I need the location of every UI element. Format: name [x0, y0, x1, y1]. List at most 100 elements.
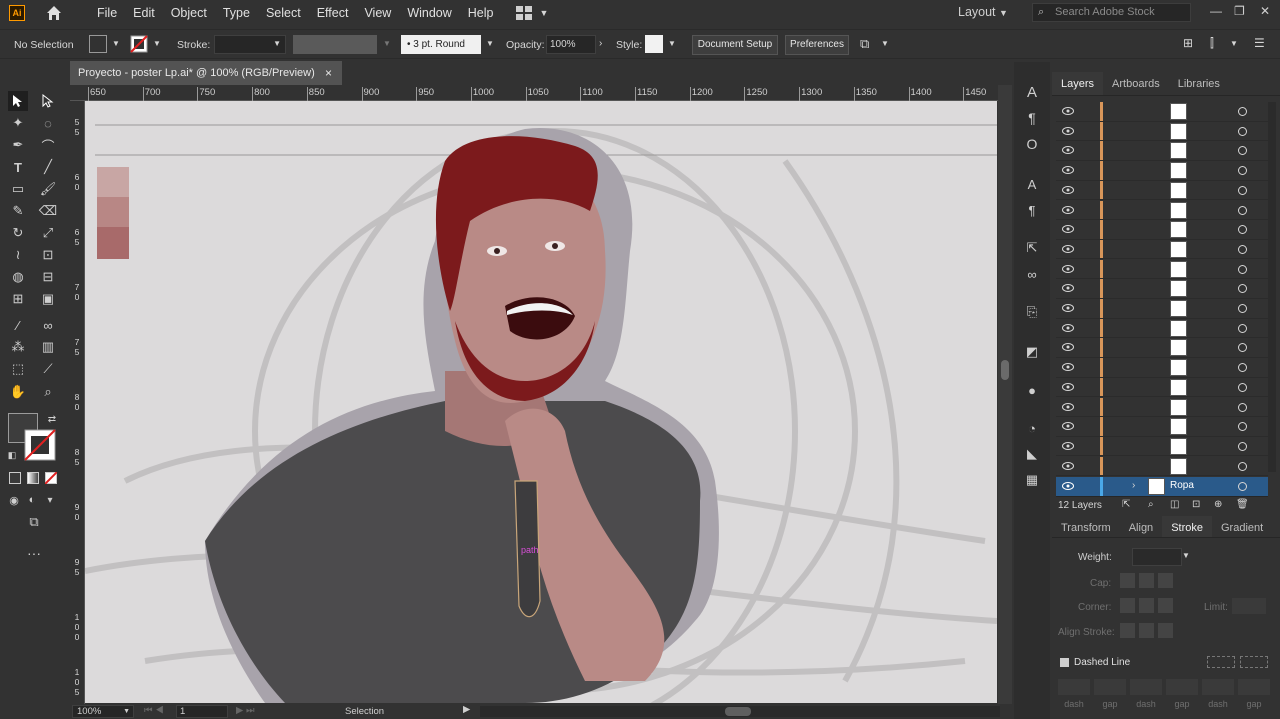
menu-view[interactable]: View	[356, 0, 399, 26]
export-icon[interactable]: ⇱	[1022, 238, 1042, 258]
weight-field[interactable]	[1132, 548, 1182, 566]
tab-transform[interactable]: Transform	[1052, 516, 1120, 537]
visibility-eye-icon[interactable]	[1062, 244, 1074, 253]
line-tool-icon[interactable]: ╱	[38, 157, 58, 177]
color-mode-icon[interactable]	[9, 472, 21, 484]
swatch-3[interactable]	[97, 227, 129, 259]
visibility-eye-icon[interactable]	[1062, 126, 1074, 135]
layer-row[interactable]	[1056, 358, 1268, 378]
projecting-cap-icon[interactable]	[1158, 573, 1173, 588]
layer-row[interactable]	[1056, 121, 1268, 142]
target-icon[interactable]	[1238, 482, 1247, 491]
menu-file[interactable]: File	[89, 0, 125, 26]
round-cap-icon[interactable]	[1139, 573, 1154, 588]
close-icon[interactable]: ✕	[1260, 4, 1270, 18]
layer-row[interactable]	[1056, 436, 1268, 457]
layer-row[interactable]	[1056, 318, 1268, 339]
edit-toolbar-icon[interactable]: ···	[24, 543, 44, 563]
menu-help[interactable]: Help	[460, 0, 502, 26]
transform-icon[interactable]: ⊞	[1183, 36, 1193, 50]
fill-swatch[interactable]	[89, 35, 107, 53]
layer-name[interactable]: Ropa	[1170, 480, 1194, 491]
layer-row[interactable]	[1056, 417, 1268, 437]
eyedropper-icon[interactable]: ⁄	[8, 315, 28, 335]
dash-field[interactable]	[1130, 679, 1162, 695]
artboard-canvas[interactable]: path	[85, 101, 997, 703]
draw-normal-icon[interactable]: ◉	[4, 490, 24, 510]
stroke-swatch[interactable]	[130, 35, 148, 53]
column-graph-icon[interactable]: ▥	[38, 337, 58, 357]
opentype-icon[interactable]: O	[1022, 134, 1042, 154]
tab-align[interactable]: Align	[1120, 516, 1162, 537]
chevron-down-icon[interactable]: ▼	[486, 39, 494, 48]
dash-field[interactable]	[1094, 679, 1126, 695]
layer-row[interactable]	[1056, 102, 1268, 122]
tab-libraries[interactable]: Libraries	[1169, 72, 1229, 95]
layer-row[interactable]	[1056, 397, 1268, 418]
screen-mode-icon[interactable]: ⧉	[24, 512, 44, 532]
visibility-eye-icon[interactable]	[1062, 323, 1074, 332]
restore-icon[interactable]: ❐	[1234, 4, 1245, 18]
chevron-down-icon[interactable]: ▼	[668, 39, 676, 48]
align-options-icon[interactable]: ⧉	[860, 36, 869, 52]
visibility-eye-icon[interactable]	[1062, 166, 1074, 175]
artboard-number-field[interactable]: 1	[176, 705, 228, 718]
first-artboard-icon[interactable]: ⏮ ◀	[144, 705, 164, 716]
chevron-down-icon[interactable]: ▼	[153, 39, 161, 48]
symbol-sprayer-icon[interactable]: ⁂	[8, 337, 28, 357]
menu-window[interactable]: Window	[399, 0, 459, 26]
tab-artboards[interactable]: Artboards	[1103, 72, 1169, 95]
miter-join-icon[interactable]	[1120, 598, 1135, 613]
visibility-eye-icon[interactable]	[1062, 382, 1074, 391]
target-icon[interactable]	[1238, 323, 1247, 333]
align-dashes-icon[interactable]	[1240, 656, 1268, 668]
zoom-field[interactable]: 100% ▼	[72, 705, 134, 718]
opacity-field[interactable]: 100%	[546, 35, 596, 54]
align-outside-icon[interactable]	[1158, 623, 1173, 638]
new-layer-icon[interactable]: ⊕	[1214, 499, 1222, 510]
swatch-1[interactable]	[97, 167, 129, 197]
gradient-tool-icon[interactable]: ▣	[38, 289, 58, 309]
draw-behind-icon[interactable]: ◐	[22, 490, 42, 510]
target-icon[interactable]	[1238, 225, 1247, 235]
miter-limit-field[interactable]	[1232, 598, 1266, 614]
align-icon[interactable]: ⫿	[1210, 36, 1214, 51]
links-icon[interactable]: ∞	[1022, 264, 1042, 284]
layer-row[interactable]	[1056, 338, 1268, 358]
none-mode-icon[interactable]	[45, 472, 57, 484]
chevron-right-icon[interactable]: ›	[599, 38, 602, 49]
visibility-eye-icon[interactable]	[1062, 107, 1074, 115]
layer-row[interactable]	[1056, 161, 1268, 181]
visibility-eye-icon[interactable]	[1062, 146, 1074, 155]
rectangle-tool-icon[interactable]: ▭	[8, 179, 28, 199]
align-center-icon[interactable]	[1120, 623, 1135, 638]
target-icon[interactable]	[1238, 264, 1247, 274]
brush-definition[interactable]: • 3 pt. Round	[401, 35, 481, 54]
menu-object[interactable]: Object	[163, 0, 215, 26]
target-icon[interactable]	[1238, 382, 1247, 392]
close-tab-icon[interactable]: ×	[325, 61, 332, 85]
tab-gradient[interactable]: Gradient	[1212, 516, 1272, 537]
tab-layers[interactable]: Layers	[1052, 72, 1104, 95]
target-icon[interactable]	[1238, 402, 1247, 412]
layer-row[interactable]	[1056, 259, 1268, 280]
layer-row-active[interactable]: › Ropa	[1056, 477, 1268, 496]
target-icon[interactable]	[1238, 363, 1247, 373]
menu-edit[interactable]: Edit	[125, 0, 163, 26]
lasso-icon[interactable]: ◌	[38, 113, 58, 133]
target-icon[interactable]	[1238, 461, 1247, 471]
layer-row[interactable]	[1056, 456, 1268, 477]
asset-export-icon[interactable]: ⎘	[1022, 302, 1042, 322]
new-sublayer-icon[interactable]: ⊡	[1192, 499, 1200, 510]
paragraph-styles-icon[interactable]: ¶	[1022, 200, 1042, 220]
graphic-style-swatch[interactable]	[645, 35, 663, 53]
type-tool-icon[interactable]: T	[8, 157, 28, 177]
status-menu-icon[interactable]: ▶	[463, 704, 470, 715]
target-icon[interactable]	[1238, 166, 1247, 176]
stock-search-input[interactable]: ⌕ Search Adobe Stock	[1032, 3, 1191, 22]
target-icon[interactable]	[1238, 205, 1247, 215]
preserve-dash-icon[interactable]	[1207, 656, 1235, 668]
layer-row[interactable]	[1056, 220, 1268, 240]
curvature-tool-icon[interactable]: ⌒	[38, 135, 58, 155]
chevron-down-icon[interactable]: ▼	[881, 39, 889, 48]
